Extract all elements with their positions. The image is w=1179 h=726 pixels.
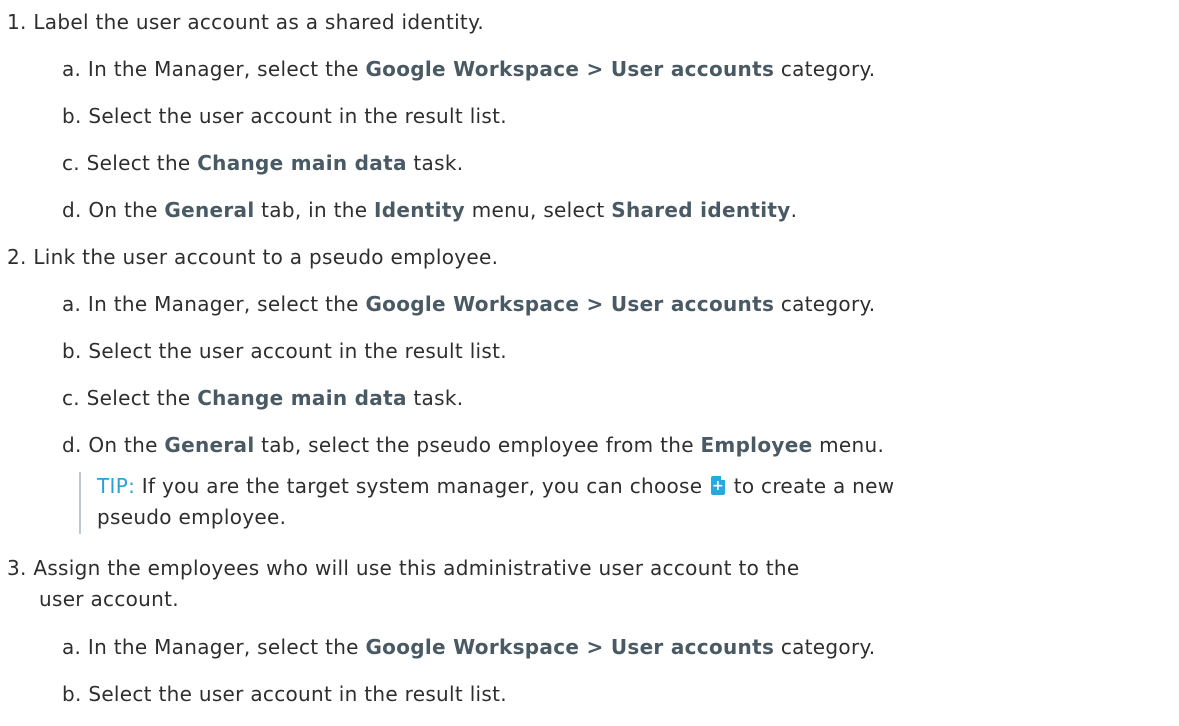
task-name: Change main data [197, 386, 407, 410]
tip-border [79, 472, 81, 534]
step-2: 2. Link the user account to a pseudo emp… [7, 243, 498, 271]
tip-line-1: TIP: If you are the target system manage… [97, 472, 894, 500]
substep-letter: a. [62, 292, 82, 316]
menu-path: Google Workspace > User accounts [365, 57, 775, 81]
step-text: Label the user account as a shared ident… [33, 10, 485, 34]
substep-text: Select the [86, 151, 198, 175]
tip-text: pseudo employee. [97, 505, 287, 529]
substep-text: menu. [812, 433, 885, 457]
substep-text: In the Manager, select the [87, 57, 366, 81]
tip-text: to create a new [727, 474, 895, 498]
add-document-icon [711, 475, 727, 495]
substep-text: Select the user account in the result li… [88, 682, 507, 706]
substep-2c: c. Select the Change main data task. [62, 384, 463, 412]
substep-text: category. [774, 635, 876, 659]
tab-name: General [164, 198, 255, 222]
substep-1d: d. On the General tab, in the Identity m… [62, 196, 797, 224]
step-number: 2. [7, 245, 27, 269]
substep-text: tab, in the [254, 198, 375, 222]
substep-letter: d. [62, 433, 82, 457]
menu-name: Employee [700, 433, 813, 457]
substep-letter: d. [62, 198, 82, 222]
substep-text: Select the user account in the result li… [88, 339, 507, 363]
substep-text: tab, select the pseudo employee from the [254, 433, 701, 457]
substep-1b: b. Select the user account in the result… [62, 102, 507, 130]
substep-text: task. [406, 386, 464, 410]
step-number: 3. [7, 556, 27, 580]
substep-1c: c. Select the Change main data task. [62, 149, 463, 177]
substep-text: In the Manager, select the [87, 635, 366, 659]
tip-text: If you are the target system manager, yo… [135, 474, 710, 498]
task-name: Change main data [197, 151, 407, 175]
substep-2a: a. In the Manager, select the Google Wor… [62, 290, 875, 318]
menu-path: Google Workspace > User accounts [365, 292, 775, 316]
step-text: Assign the employees who will use this a… [33, 556, 800, 580]
substep-letter: b. [62, 104, 82, 128]
substep-3a: a. In the Manager, select the Google Wor… [62, 633, 875, 661]
substep-2d: d. On the General tab, select the pseudo… [62, 431, 884, 459]
substep-text: task. [406, 151, 464, 175]
substep-letter: a. [62, 635, 82, 659]
step-1: 1. Label the user account as a shared id… [7, 8, 484, 36]
option-name: Shared identity [611, 198, 791, 222]
substep-text: category. [774, 57, 876, 81]
step-text: user account. [39, 587, 179, 611]
substep-1a: a. In the Manager, select the Google Wor… [62, 55, 875, 83]
substep-text: Select the [86, 386, 198, 410]
substep-letter: c. [62, 386, 80, 410]
tab-name: General [164, 433, 255, 457]
substep-2b: b. Select the user account in the result… [62, 337, 507, 365]
substep-letter: c. [62, 151, 80, 175]
substep-letter: b. [62, 682, 82, 706]
substep-text: On the [88, 198, 165, 222]
substep-text: On the [88, 433, 165, 457]
step-3-continuation: user account. [39, 585, 179, 613]
substep-3b: b. Select the user account in the result… [62, 680, 507, 708]
tip-label: TIP: [97, 474, 136, 498]
step-3: 3. Assign the employees who will use thi… [7, 554, 800, 582]
menu-name: Identity [374, 198, 466, 222]
substep-letter: a. [62, 57, 82, 81]
tip-line-2: pseudo employee. [97, 503, 286, 531]
step-text: Link the user account to a pseudo employ… [33, 245, 499, 269]
menu-path: Google Workspace > User accounts [365, 635, 775, 659]
substep-text: Select the user account in the result li… [88, 104, 507, 128]
substep-letter: b. [62, 339, 82, 363]
substep-text: . [790, 198, 798, 222]
substep-text: menu, select [465, 198, 612, 222]
substep-text: category. [774, 292, 876, 316]
step-number: 1. [7, 10, 27, 34]
substep-text: In the Manager, select the [87, 292, 366, 316]
